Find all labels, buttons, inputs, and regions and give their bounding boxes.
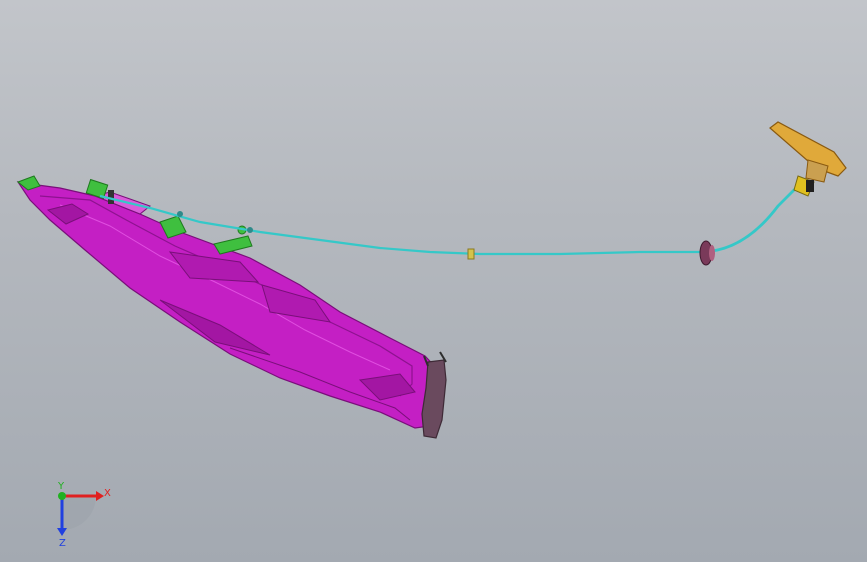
y-axis-marker: [58, 492, 66, 500]
hood-panel[interactable]: [16, 181, 441, 429]
release-handle[interactable]: [769, 121, 847, 197]
y-axis-label: Y: [57, 481, 65, 492]
cad-scene[interactable]: X Y Z: [0, 0, 867, 562]
x-axis-label: X: [104, 488, 111, 499]
axis-triad: X Y Z: [57, 481, 111, 549]
grommet[interactable]: [699, 240, 715, 266]
z-axis-label: Z: [59, 538, 66, 549]
model-viewport[interactable]: X Y Z: [0, 0, 867, 562]
